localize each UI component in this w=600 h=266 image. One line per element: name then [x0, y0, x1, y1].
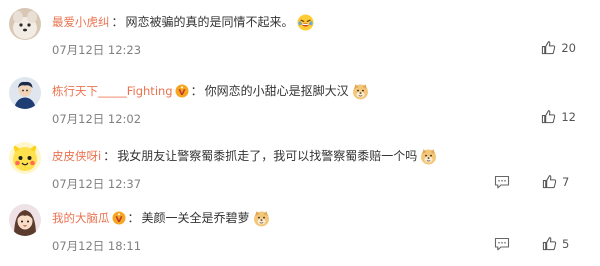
comment-text: 我女朋友让警察蜀黍抓走了，我可以找警察蜀黍赔一个吗 [117, 149, 418, 163]
like-count: 20 [561, 40, 576, 55]
doge-emoji-icon [420, 148, 437, 165]
avatar[interactable] [9, 142, 41, 174]
comment-text: 你网恋的小甜心是抠脚大汉 [204, 84, 349, 98]
like-button[interactable]: 12 [541, 109, 576, 124]
comment-line: 皮皮侠呀i ： 我女朋友让警察蜀黍抓走了，我可以找警察蜀黍赔一个吗 [52, 147, 437, 165]
like-button[interactable]: 7 [542, 174, 576, 189]
doge-emoji-icon [253, 210, 270, 227]
colon: ： [103, 149, 116, 163]
colon: ： [190, 84, 203, 98]
comment-list: 最爱小虎纠 ： 网恋被骗的真的是同情不起来。 07月12日 12:23 20 栋… [0, 0, 600, 260]
username-link[interactable]: 我的大脑瓜 [52, 209, 110, 227]
thumbs-up-icon [542, 110, 556, 124]
colon: ： [127, 211, 140, 225]
username-link[interactable]: 最爱小虎纠 [52, 13, 110, 31]
vip-badge-icon [112, 211, 126, 225]
like-count: 12 [561, 109, 576, 124]
avatar[interactable] [9, 204, 41, 236]
thumbs-up-icon [542, 237, 557, 251]
username-link[interactable]: 栋行天下_____Fighting [52, 82, 173, 100]
avatar[interactable] [9, 77, 41, 109]
comment-line: 我的大脑瓜 ： 美颜一关全是乔碧萝 [52, 209, 270, 227]
thumbs-up-icon [542, 41, 556, 55]
comment-time: 07月12日 12:23 [52, 43, 142, 57]
reply-comment-icon[interactable] [494, 175, 510, 189]
colon: ： [111, 15, 124, 29]
comment-item: 皮皮侠呀i ： 我女朋友让警察蜀黍抓走了，我可以找警察蜀黍赔一个吗 07月12日… [0, 142, 600, 204]
doge-emoji-icon [352, 83, 369, 100]
avatar[interactable] [9, 8, 41, 40]
like-button[interactable]: 5 [542, 236, 576, 251]
reply-comment-icon[interactable] [494, 237, 510, 251]
username-link[interactable]: 皮皮侠呀i [52, 147, 101, 165]
comment-item: 栋行天下_____Fighting ： 你网恋的小甜心是抠脚大汉 07月12日 … [0, 77, 600, 139]
comment-line: 最爱小虎纠 ： 网恋被骗的真的是同情不起来。 [52, 13, 314, 31]
like-count: 5 [562, 236, 570, 251]
comment-time: 07月12日 12:02 [52, 112, 142, 126]
comment-time: 07月12日 12:37 [52, 177, 142, 191]
like-button[interactable]: 20 [541, 40, 576, 55]
comment-time: 07月12日 18:11 [52, 239, 142, 253]
comment-item: 我的大脑瓜 ： 美颜一关全是乔碧萝 07月12日 18:11 5 [0, 204, 600, 266]
comment-actions: 5 [494, 236, 576, 251]
comment-actions: 20 [541, 40, 576, 55]
vip-badge-icon [175, 84, 189, 98]
laughing-tears-emoji-icon [297, 14, 314, 31]
like-count: 7 [562, 174, 570, 189]
comment-item: 最爱小虎纠 ： 网恋被骗的真的是同情不起来。 07月12日 12:23 20 [0, 8, 600, 70]
comment-actions: 7 [494, 174, 576, 189]
comment-text: 美颜一关全是乔碧萝 [141, 211, 250, 225]
comment-actions: 12 [541, 109, 576, 124]
thumbs-up-icon [542, 175, 557, 189]
comment-line: 栋行天下_____Fighting ： 你网恋的小甜心是抠脚大汉 [52, 82, 369, 100]
comment-text: 网恋被骗的真的是同情不起来。 [125, 15, 294, 29]
